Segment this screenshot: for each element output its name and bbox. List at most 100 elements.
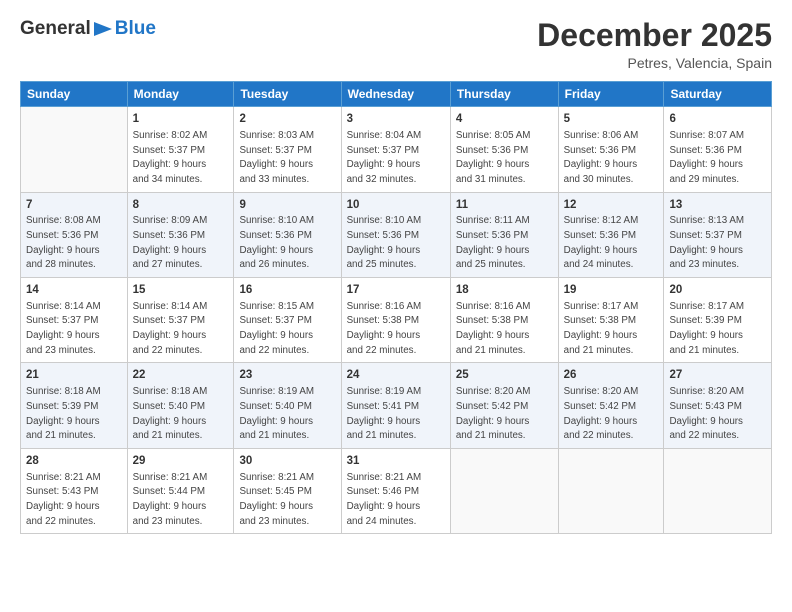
calendar-cell: 21Sunrise: 8:18 AMSunset: 5:39 PMDayligh… [21, 363, 128, 448]
calendar-cell: 2Sunrise: 8:03 AMSunset: 5:37 PMDaylight… [234, 107, 341, 192]
day-info: Sunrise: 8:12 AMSunset: 5:36 PMDaylight:… [564, 214, 659, 273]
calendar-cell: 3Sunrise: 8:04 AMSunset: 5:37 PMDaylight… [341, 107, 450, 192]
day-info: Sunrise: 8:10 AMSunset: 5:36 PMDaylight:… [239, 214, 335, 273]
calendar-week-row: 28Sunrise: 8:21 AMSunset: 5:43 PMDayligh… [21, 448, 772, 533]
day-info: Sunrise: 8:20 AMSunset: 5:42 PMDaylight:… [456, 385, 553, 444]
calendar-cell: 24Sunrise: 8:19 AMSunset: 5:41 PMDayligh… [341, 363, 450, 448]
calendar-week-row: 7Sunrise: 8:08 AMSunset: 5:36 PMDaylight… [21, 192, 772, 277]
day-number: 24 [347, 367, 445, 384]
day-number: 27 [669, 367, 766, 384]
day-number: 22 [133, 367, 229, 384]
day-number: 26 [564, 367, 659, 384]
day-info: Sunrise: 8:16 AMSunset: 5:38 PMDaylight:… [456, 300, 553, 359]
day-number: 23 [239, 367, 335, 384]
day-info: Sunrise: 8:10 AMSunset: 5:36 PMDaylight:… [347, 214, 445, 273]
logo-general: General [20, 18, 91, 40]
day-number: 1 [133, 111, 229, 128]
day-number: 29 [133, 453, 229, 470]
weekday-header-wednesday: Wednesday [341, 82, 450, 107]
day-info: Sunrise: 8:17 AMSunset: 5:38 PMDaylight:… [564, 300, 659, 359]
day-number: 18 [456, 282, 553, 299]
title-area: December 2025 Petres, Valencia, Spain [537, 18, 772, 71]
day-info: Sunrise: 8:21 AMSunset: 5:46 PMDaylight:… [347, 471, 445, 530]
day-number: 7 [26, 197, 122, 214]
weekday-header-thursday: Thursday [450, 82, 558, 107]
day-number: 16 [239, 282, 335, 299]
day-number: 8 [133, 197, 229, 214]
calendar-cell: 30Sunrise: 8:21 AMSunset: 5:45 PMDayligh… [234, 448, 341, 533]
calendar-cell: 13Sunrise: 8:13 AMSunset: 5:37 PMDayligh… [664, 192, 772, 277]
calendar-cell: 17Sunrise: 8:16 AMSunset: 5:38 PMDayligh… [341, 278, 450, 363]
day-info: Sunrise: 8:02 AMSunset: 5:37 PMDaylight:… [133, 129, 229, 188]
calendar-cell: 12Sunrise: 8:12 AMSunset: 5:36 PMDayligh… [558, 192, 664, 277]
day-info: Sunrise: 8:15 AMSunset: 5:37 PMDaylight:… [239, 300, 335, 359]
page: General Blue December 2025 Petres, Valen… [0, 0, 792, 612]
calendar-cell: 14Sunrise: 8:14 AMSunset: 5:37 PMDayligh… [21, 278, 128, 363]
logo-blue: Blue [115, 18, 156, 40]
day-number: 2 [239, 111, 335, 128]
calendar-cell: 29Sunrise: 8:21 AMSunset: 5:44 PMDayligh… [127, 448, 234, 533]
calendar-cell: 23Sunrise: 8:19 AMSunset: 5:40 PMDayligh… [234, 363, 341, 448]
calendar-cell: 7Sunrise: 8:08 AMSunset: 5:36 PMDaylight… [21, 192, 128, 277]
day-number: 28 [26, 453, 122, 470]
day-info: Sunrise: 8:08 AMSunset: 5:36 PMDaylight:… [26, 214, 122, 273]
calendar-cell: 10Sunrise: 8:10 AMSunset: 5:36 PMDayligh… [341, 192, 450, 277]
day-info: Sunrise: 8:18 AMSunset: 5:39 PMDaylight:… [26, 385, 122, 444]
calendar-cell [450, 448, 558, 533]
day-number: 11 [456, 197, 553, 214]
calendar-week-row: 21Sunrise: 8:18 AMSunset: 5:39 PMDayligh… [21, 363, 772, 448]
day-info: Sunrise: 8:06 AMSunset: 5:36 PMDaylight:… [564, 129, 659, 188]
weekday-header-tuesday: Tuesday [234, 82, 341, 107]
calendar-cell: 25Sunrise: 8:20 AMSunset: 5:42 PMDayligh… [450, 363, 558, 448]
location-title: Petres, Valencia, Spain [537, 55, 772, 71]
day-info: Sunrise: 8:09 AMSunset: 5:36 PMDaylight:… [133, 214, 229, 273]
day-info: Sunrise: 8:20 AMSunset: 5:42 PMDaylight:… [564, 385, 659, 444]
calendar-cell: 28Sunrise: 8:21 AMSunset: 5:43 PMDayligh… [21, 448, 128, 533]
day-number: 5 [564, 111, 659, 128]
calendar-cell: 15Sunrise: 8:14 AMSunset: 5:37 PMDayligh… [127, 278, 234, 363]
day-info: Sunrise: 8:07 AMSunset: 5:36 PMDaylight:… [669, 129, 766, 188]
calendar-week-row: 1Sunrise: 8:02 AMSunset: 5:37 PMDaylight… [21, 107, 772, 192]
calendar-cell: 1Sunrise: 8:02 AMSunset: 5:37 PMDaylight… [127, 107, 234, 192]
day-number: 12 [564, 197, 659, 214]
logo-flag-icon [92, 20, 114, 38]
calendar-cell: 4Sunrise: 8:05 AMSunset: 5:36 PMDaylight… [450, 107, 558, 192]
day-number: 9 [239, 197, 335, 214]
day-number: 13 [669, 197, 766, 214]
calendar-cell: 8Sunrise: 8:09 AMSunset: 5:36 PMDaylight… [127, 192, 234, 277]
day-number: 31 [347, 453, 445, 470]
day-number: 15 [133, 282, 229, 299]
calendar-cell: 20Sunrise: 8:17 AMSunset: 5:39 PMDayligh… [664, 278, 772, 363]
logo: General Blue [20, 18, 156, 40]
day-info: Sunrise: 8:21 AMSunset: 5:43 PMDaylight:… [26, 471, 122, 530]
weekday-header-monday: Monday [127, 82, 234, 107]
logo-area: General Blue [20, 18, 156, 40]
day-info: Sunrise: 8:20 AMSunset: 5:43 PMDaylight:… [669, 385, 766, 444]
day-number: 19 [564, 282, 659, 299]
calendar-cell: 19Sunrise: 8:17 AMSunset: 5:38 PMDayligh… [558, 278, 664, 363]
calendar-table: SundayMondayTuesdayWednesdayThursdayFrid… [20, 81, 772, 534]
calendar-cell [21, 107, 128, 192]
day-info: Sunrise: 8:18 AMSunset: 5:40 PMDaylight:… [133, 385, 229, 444]
calendar-cell: 18Sunrise: 8:16 AMSunset: 5:38 PMDayligh… [450, 278, 558, 363]
calendar-header-row: SundayMondayTuesdayWednesdayThursdayFrid… [21, 82, 772, 107]
weekday-header-sunday: Sunday [21, 82, 128, 107]
day-info: Sunrise: 8:19 AMSunset: 5:40 PMDaylight:… [239, 385, 335, 444]
day-info: Sunrise: 8:19 AMSunset: 5:41 PMDaylight:… [347, 385, 445, 444]
month-title: December 2025 [537, 18, 772, 53]
day-number: 21 [26, 367, 122, 384]
calendar-cell: 16Sunrise: 8:15 AMSunset: 5:37 PMDayligh… [234, 278, 341, 363]
day-info: Sunrise: 8:16 AMSunset: 5:38 PMDaylight:… [347, 300, 445, 359]
day-number: 6 [669, 111, 766, 128]
weekday-header-saturday: Saturday [664, 82, 772, 107]
day-number: 14 [26, 282, 122, 299]
weekday-header-friday: Friday [558, 82, 664, 107]
calendar-week-row: 14Sunrise: 8:14 AMSunset: 5:37 PMDayligh… [21, 278, 772, 363]
calendar-cell: 27Sunrise: 8:20 AMSunset: 5:43 PMDayligh… [664, 363, 772, 448]
day-number: 30 [239, 453, 335, 470]
day-number: 10 [347, 197, 445, 214]
day-number: 4 [456, 111, 553, 128]
calendar-cell: 5Sunrise: 8:06 AMSunset: 5:36 PMDaylight… [558, 107, 664, 192]
day-info: Sunrise: 8:05 AMSunset: 5:36 PMDaylight:… [456, 129, 553, 188]
calendar-cell: 31Sunrise: 8:21 AMSunset: 5:46 PMDayligh… [341, 448, 450, 533]
